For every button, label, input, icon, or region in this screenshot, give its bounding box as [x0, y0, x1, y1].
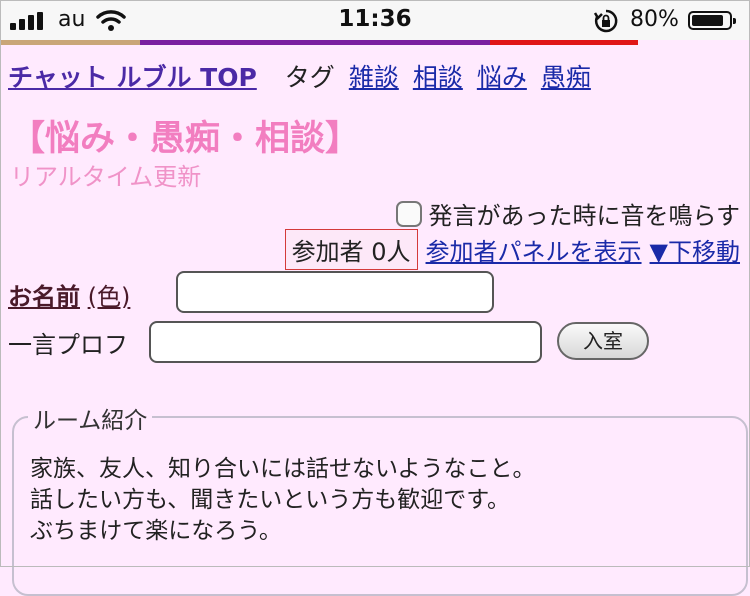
room-intro-legend: ルーム紹介 — [28, 401, 153, 435]
intro-line: 家族、友人、知り合いには話せないようなこと。 — [30, 456, 536, 482]
room-intro-text: 家族、友人、知り合いには話せないようなこと。 話したい方も、聞きたいという方も歓… — [30, 454, 536, 547]
battery-percent: 80% — [630, 7, 679, 32]
sound-toggle-row: 発言があった時に音を鳴らす — [396, 196, 740, 231]
orientation-lock-icon — [593, 8, 619, 38]
sound-checkbox[interactable] — [396, 200, 423, 227]
sound-toggle-label[interactable]: 発言があった時に音を鳴らす — [428, 196, 740, 231]
name-label-text: お名前 — [8, 283, 80, 311]
room-subtitle: リアルタイム更新 — [10, 163, 202, 191]
show-participant-panel-link[interactable]: 参加者パネルを表示 — [426, 232, 642, 267]
tag-link-complaints[interactable]: 愚痴 — [541, 63, 591, 92]
name-label: お名前 (色) — [8, 277, 130, 312]
profile-label: 一言プロフ — [8, 331, 128, 359]
participant-count: 参加者 0人 — [284, 228, 418, 270]
enter-room-button[interactable]: 入室 — [557, 322, 649, 360]
banner-strip — [0, 40, 750, 45]
intro-line: ぶちまけて楽になろう。 — [30, 518, 282, 544]
move-down-link[interactable]: ▼下移動 — [650, 232, 740, 267]
chat-top-link[interactable]: チャット ルブル TOP — [8, 63, 257, 92]
participants-row: 参加者 0人 参加者パネルを表示 ▼下移動 — [284, 228, 740, 270]
name-input[interactable] — [176, 271, 494, 313]
status-bar: au 11:36 80% — [0, 0, 750, 40]
intro-line: 話したい方も、聞きたいという方も歓迎です。 — [30, 487, 511, 513]
color-link[interactable]: (色) — [88, 283, 131, 311]
battery-icon — [688, 11, 736, 30]
room-title: 【悩み・愚痴・相談】 — [10, 119, 361, 159]
room-intro-box: ルーム紹介 家族、友人、知り合いには話せないようなこと。 話したい方も、聞きたい… — [12, 401, 748, 596]
top-nav: チャット ルブル TOP タグ 雑談 相談 悩み 愚痴 — [8, 58, 591, 98]
tag-link-consult[interactable]: 相談 — [413, 63, 463, 92]
tag-link-chat[interactable]: 雑談 — [349, 63, 399, 92]
profile-input[interactable] — [149, 321, 542, 363]
tag-link-worries[interactable]: 悩み — [477, 63, 527, 92]
tag-label: タグ — [284, 63, 335, 92]
